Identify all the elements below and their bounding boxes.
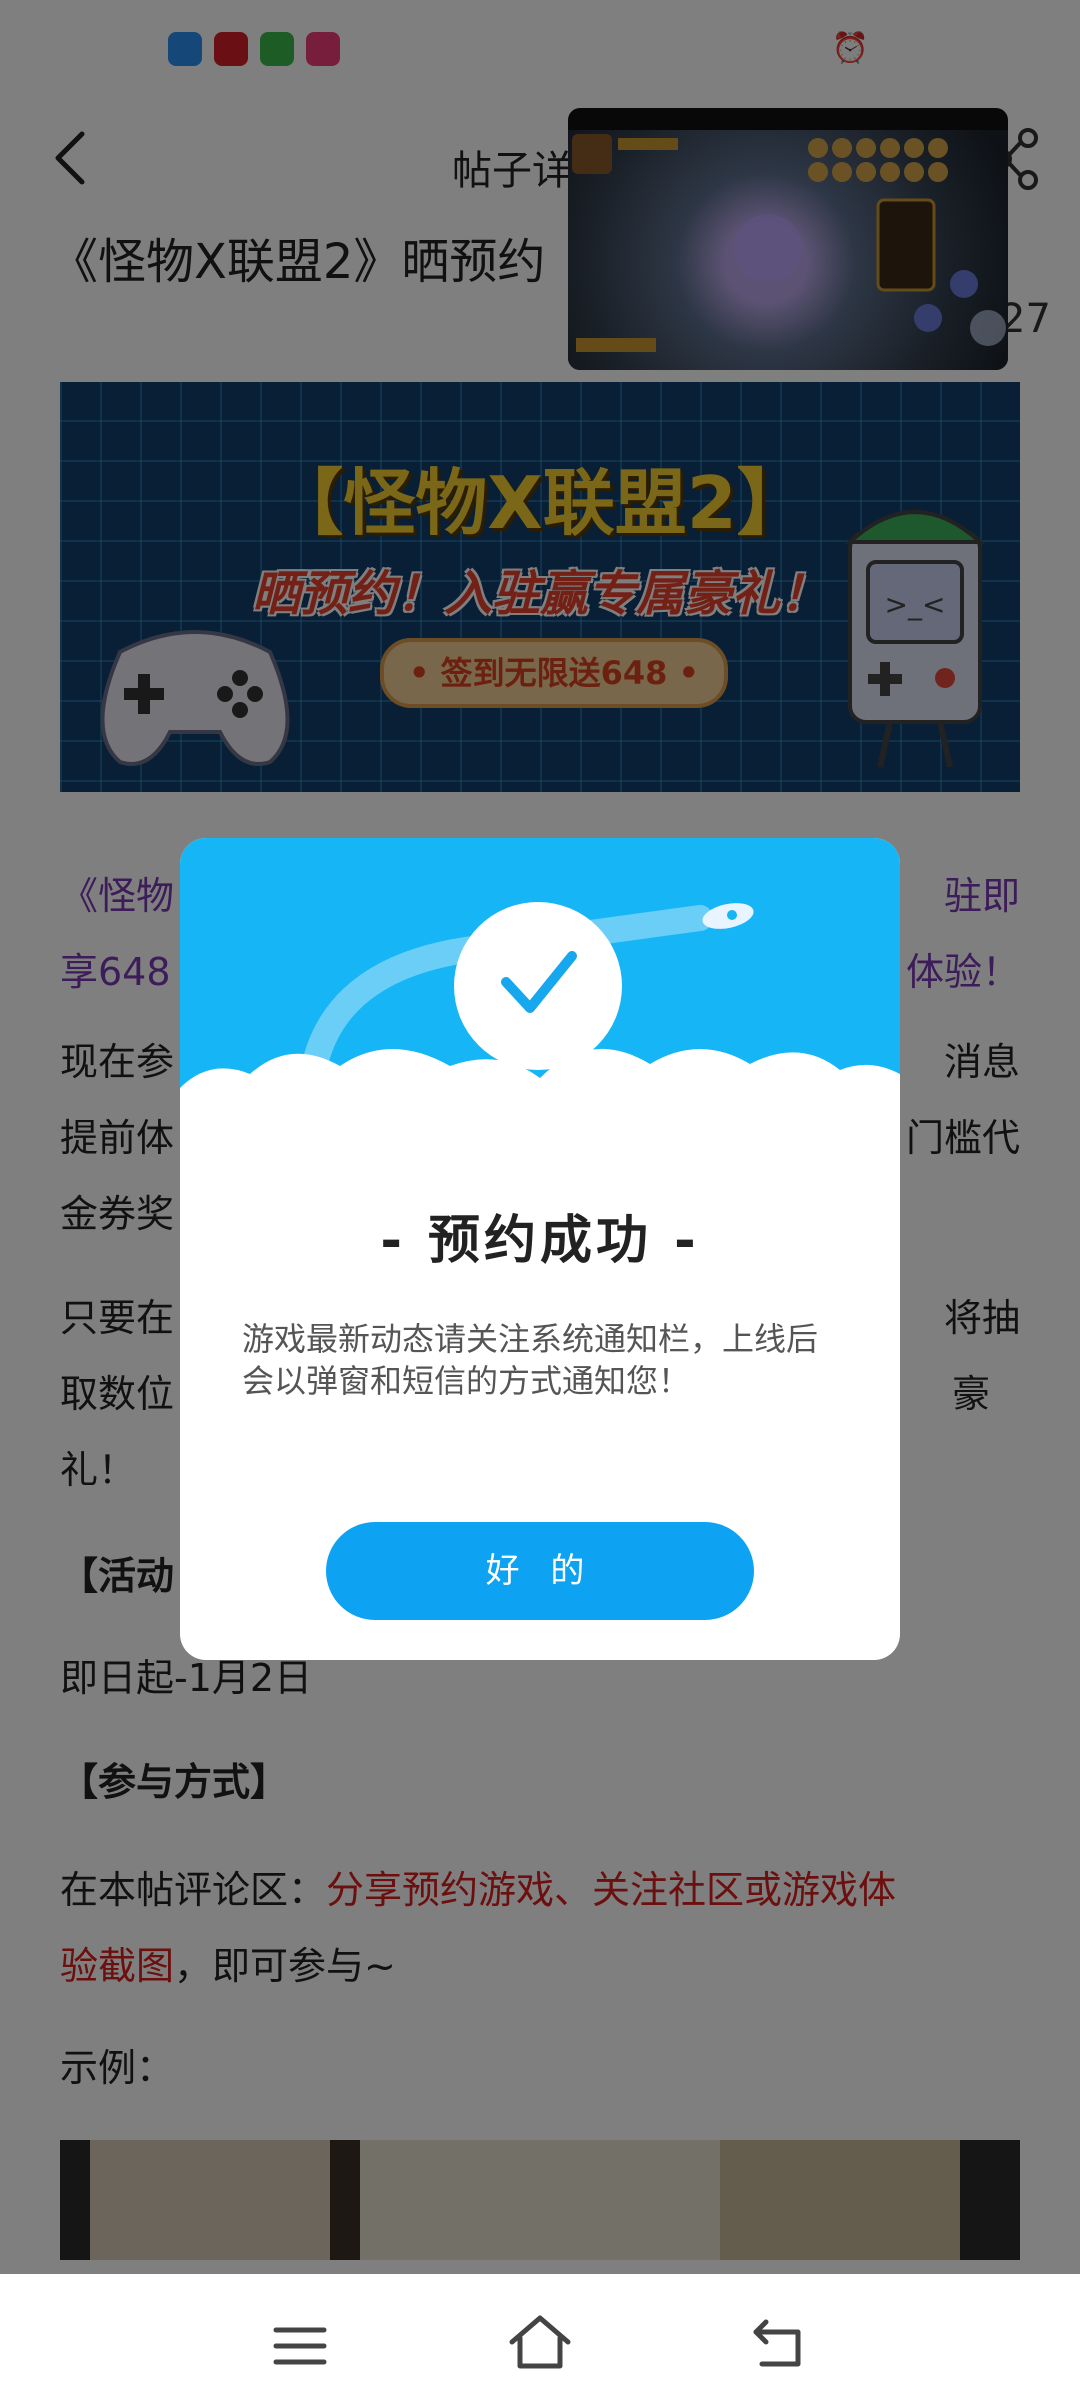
post-detail-page: 07:27 ⏰ 5.00 KB/s 5G 87 帖子详情 《怪物X联盟2》晒预约… [0,0,1080,2400]
back-nav-icon[interactable] [752,2318,808,2368]
checkmark-icon [501,951,577,1013]
ok-button[interactable]: 好 的 [326,1522,754,1620]
system-navigation-bar [0,2274,1080,2400]
dialog-message: 游戏最新动态请关注系统通知栏，上线后会以弹窗和短信的方式通知您！ [242,1320,819,1400]
recent-apps-icon[interactable] [272,2324,328,2368]
home-icon[interactable] [508,2314,572,2370]
dialog-title: - 预约成功 - [380,1211,700,1271]
reservation-success-dialog: - 预约成功 - 游戏最新动态请关注系统通知栏，上线后会以弹窗和短信的方式通知您… [180,838,900,1660]
